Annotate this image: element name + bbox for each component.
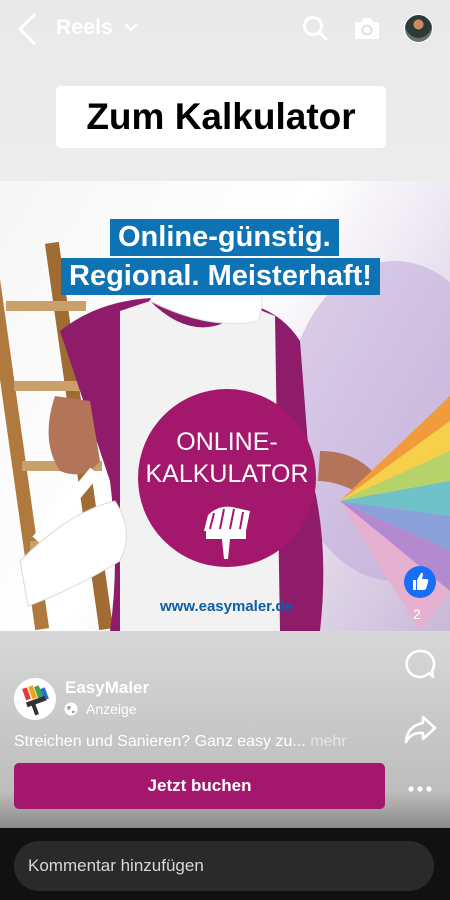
caption-more-link[interactable]: mehr [310,733,346,750]
top-bar: Reels [0,0,450,58]
book-now-button[interactable]: Jetzt buchen [14,763,385,809]
chevron-down-icon[interactable] [124,21,138,35]
more-icon[interactable] [406,784,434,794]
reels-screen: Reels Zum Kalkulator Online-günstig. Reg… [0,0,450,900]
badge-line-1: ONLINE- [176,428,278,456]
globe-icon [64,702,78,716]
ad-tagline-1: Online-günstig. [110,219,339,256]
headline-banner: Zum Kalkulator [56,86,386,148]
sponsor-logo[interactable] [14,678,56,720]
share-icon[interactable] [403,714,437,744]
post-caption[interactable]: Streichen und Sanieren? Ganz easy zu... … [14,733,347,751]
sponsored-label: Anzeige [86,701,137,717]
camera-icon[interactable] [352,14,382,42]
reels-title[interactable]: Reels [56,16,113,40]
sponsor-name[interactable]: EasyMaler [65,678,149,698]
ad-url: www.easymaler.de [160,598,293,615]
paintbrush-icon [204,506,250,559]
badge-line-2: KALKULATOR [145,460,309,488]
search-icon[interactable] [301,14,329,42]
comment-input[interactable]: Kommentar hinzufügen [14,841,434,891]
ad-tagline-2: Regional. Meisterhaft! [61,258,380,295]
ad-image[interactable]: Online-günstig. Regional. Meisterhaft! O… [0,181,450,631]
caption-text: Streichen und Sanieren? Ganz easy zu... [14,733,306,750]
like-icon[interactable] [404,566,436,598]
comment-icon[interactable] [404,648,436,680]
calculator-badge: ONLINE- KALKULATOR [138,389,316,567]
like-count: 2 [413,606,421,622]
back-arrow-icon[interactable] [14,12,46,46]
profile-avatar[interactable] [404,14,433,43]
